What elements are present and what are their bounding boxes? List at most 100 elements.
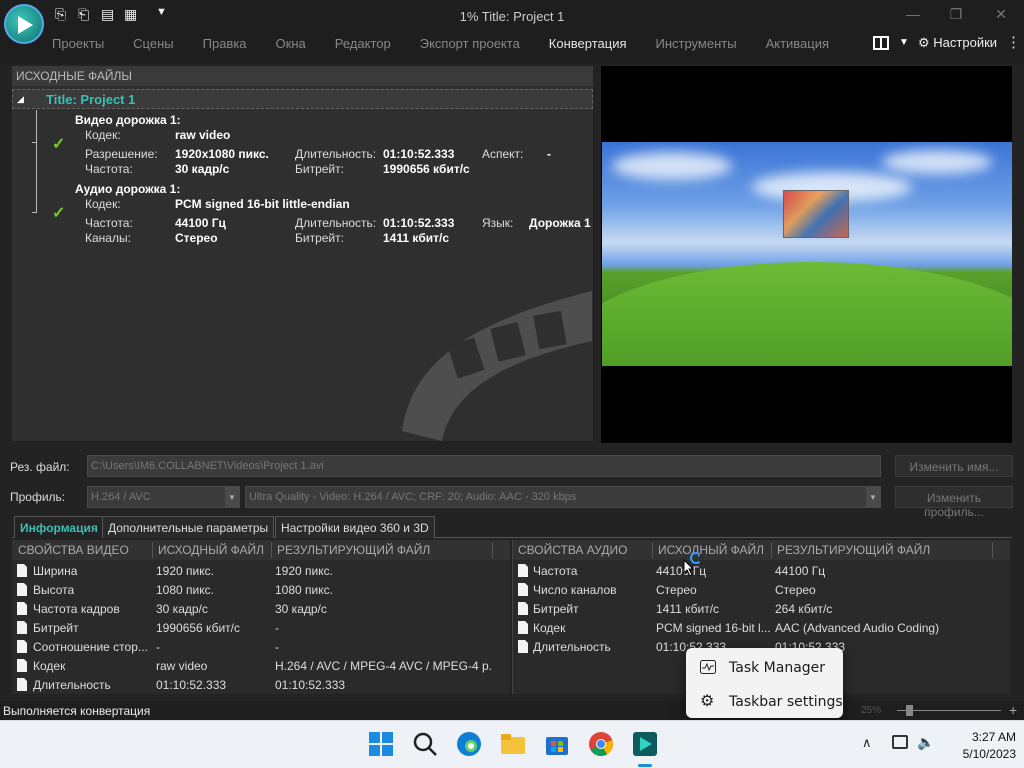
chevron-down-icon[interactable]: ▼ bbox=[866, 487, 880, 507]
column-separator[interactable] bbox=[271, 542, 272, 558]
tree-project-node[interactable]: ◢ Title: Project 1 bbox=[12, 89, 593, 109]
column-separator[interactable] bbox=[492, 542, 493, 558]
show-hidden-icons-icon[interactable]: ∧ bbox=[862, 735, 872, 751]
settings-button[interactable]: ⚙ Настройки bbox=[918, 35, 997, 51]
rename-button[interactable]: Изменить имя... bbox=[895, 455, 1013, 477]
layout-icon[interactable] bbox=[873, 36, 889, 50]
column-separator[interactable] bbox=[992, 542, 993, 558]
cell: Кодек bbox=[33, 659, 66, 673]
search-icon[interactable] bbox=[412, 731, 438, 757]
table-row[interactable]: Частота кадров 30 кадр/с 30 кадр/с bbox=[12, 599, 510, 618]
video-properties-table: СВОЙСТВА ВИДЕО ИСХОДНЫЙ ФАЙЛ РЕЗУЛЬТИРУЮ… bbox=[12, 540, 510, 694]
menu-tools[interactable]: Инструменты bbox=[656, 36, 737, 54]
cell: 44100 Гц bbox=[656, 564, 707, 578]
menu-export[interactable]: Экспорт проекта bbox=[420, 36, 520, 54]
audio-lang-value: Дорожка 1 bbox=[529, 216, 591, 230]
menu-windows[interactable]: Окна bbox=[276, 36, 306, 54]
profile-quality-select[interactable]: Ultra Quality - Video: H.264 / AVC; CRF:… bbox=[245, 486, 881, 508]
clock-time[interactable]: 3:27 AM bbox=[938, 730, 1016, 744]
menu-scenes[interactable]: Сцены bbox=[133, 36, 173, 54]
table-row[interactable]: Битрейт 1990656 кбит/с - bbox=[12, 618, 510, 637]
cell: Битрейт bbox=[533, 602, 579, 616]
table-row[interactable]: Соотношение стор... - - bbox=[12, 637, 510, 656]
column-header[interactable]: СВОЙСТВА АУДИО bbox=[518, 543, 627, 557]
table-row[interactable]: Число каналов Стерео Стерео bbox=[513, 580, 1010, 599]
cell: Частота bbox=[533, 564, 578, 578]
clock-date[interactable]: 5/10/2023 bbox=[938, 747, 1016, 761]
cell: 30 кадр/с bbox=[156, 602, 208, 616]
column-header[interactable]: ИСХОДНЫЙ ФАЙЛ bbox=[658, 543, 764, 557]
cell: 1411 кбит/с bbox=[656, 602, 720, 616]
document-icon bbox=[17, 602, 27, 615]
audio-lang-label: Язык: bbox=[482, 216, 514, 230]
menu-item-taskbar-settings[interactable]: ⚙ Taskbar settings bbox=[686, 685, 843, 717]
menu-edit[interactable]: Правка bbox=[203, 36, 247, 54]
network-icon[interactable] bbox=[892, 735, 908, 749]
project-title: Title: Project 1 bbox=[46, 92, 136, 107]
audio-dur-label: Длительность: bbox=[295, 216, 377, 230]
minimize-button[interactable]: — bbox=[903, 6, 923, 26]
mouse-cursor-icon bbox=[683, 559, 695, 577]
tab-information[interactable]: Информация bbox=[14, 516, 104, 538]
table-row[interactable]: Кодек raw video H.264 / AVC / MPEG-4 AVC /… bbox=[12, 656, 510, 675]
document-icon bbox=[17, 659, 27, 672]
table-row[interactable]: Частота 44100 Гц 44100 Гц bbox=[513, 561, 1010, 580]
maximize-button[interactable]: ❐ bbox=[946, 6, 966, 26]
tab-advanced-parameters[interactable]: Дополнительные параметры bbox=[102, 516, 275, 538]
video-aspect-label: Аспект: bbox=[482, 147, 524, 161]
column-separator[interactable] bbox=[152, 542, 153, 558]
menu-editor[interactable]: Редактор bbox=[335, 36, 391, 54]
document-icon bbox=[17, 640, 27, 653]
menu-item-task-manager[interactable]: Task Manager bbox=[686, 651, 843, 683]
table-row[interactable]: Высота 1080 пикс. 1080 пикс. bbox=[12, 580, 510, 599]
zoom-in-icon[interactable]: + bbox=[1009, 702, 1017, 718]
chevron-down-icon[interactable]: ▼ bbox=[225, 487, 239, 507]
column-header[interactable]: СВОЙСТВА ВИДЕО bbox=[18, 543, 129, 557]
document-icon bbox=[17, 678, 27, 691]
volume-icon[interactable]: 🔈 bbox=[917, 734, 934, 751]
video-dur-value: 01:10:52.333 bbox=[383, 147, 455, 161]
table-row[interactable]: Кодек PCM signed 16-bit l... AAC (Advanced… bbox=[513, 618, 1010, 637]
video-bitrate-label: Битрейт: bbox=[295, 162, 344, 176]
tab-360-3d-settings[interactable]: Настройки видео 360 и 3D bbox=[275, 516, 435, 538]
microsoft-store-icon[interactable] bbox=[544, 731, 570, 757]
edge-browser-icon[interactable] bbox=[456, 731, 482, 757]
column-separator[interactable] bbox=[652, 542, 653, 558]
document-icon bbox=[518, 602, 528, 615]
output-file-input[interactable]: C:\Users\IM6.COLLABNET\Videos\Project 1.… bbox=[87, 455, 881, 477]
menu-projects[interactable]: Проекты bbox=[52, 36, 104, 54]
column-separator[interactable] bbox=[771, 542, 772, 558]
zoom-slider-handle[interactable] bbox=[906, 705, 913, 716]
document-icon bbox=[518, 621, 528, 634]
column-header[interactable]: РЕЗУЛЬТИРУЮЩИЙ ФАЙЛ bbox=[777, 543, 930, 557]
start-windows-icon[interactable] bbox=[368, 731, 394, 757]
table-row[interactable]: Ширина 1920 пикс. 1920 пикс. bbox=[12, 561, 510, 580]
video-dur-label: Длительность: bbox=[295, 147, 377, 161]
audio-freq-label: Частота: bbox=[85, 216, 133, 230]
audio-channels-value: Стерео bbox=[175, 231, 218, 245]
menu-conversion[interactable]: Конвертация bbox=[549, 36, 627, 54]
collapse-triangle-icon[interactable]: ◢ bbox=[17, 94, 24, 105]
file-explorer-icon[interactable] bbox=[500, 731, 526, 757]
cell: - bbox=[275, 640, 279, 654]
column-header[interactable]: РЕЗУЛЬТИРУЮЩИЙ ФАЙЛ bbox=[277, 543, 430, 557]
profile-format-select[interactable]: H.264 / AVC ▼ bbox=[87, 486, 240, 508]
layout-dropdown-icon[interactable]: ▼ bbox=[899, 37, 909, 48]
column-header[interactable]: ИСХОДНЫЙ ФАЙЛ bbox=[158, 543, 264, 557]
close-button[interactable]: ✕ bbox=[991, 6, 1011, 26]
video-codec-label: Кодек: bbox=[85, 128, 121, 142]
cell: 1080 пикс. bbox=[275, 583, 333, 597]
more-options-icon[interactable]: ⋮ bbox=[1006, 33, 1021, 51]
table-row[interactable]: Длительность 01:10:52.333 01:10:52.333 bbox=[12, 675, 510, 694]
cell: Соотношение стор... bbox=[33, 640, 148, 654]
chrome-browser-icon[interactable] bbox=[588, 731, 614, 757]
cell: H.264 / AVC / MPEG-4 AVC / MPEG-4 p... bbox=[275, 659, 493, 673]
title-bar: ⎘ ⎗ ▤ ▦ ▼ 1% Title: Project 1 — ❐ ✕ Прое… bbox=[0, 0, 1024, 64]
cell: Частота кадров bbox=[33, 602, 120, 616]
change-profile-button[interactable]: Изменить профиль... bbox=[895, 486, 1013, 519]
video-editor-taskbar-icon[interactable] bbox=[632, 731, 658, 757]
video-fps-label: Частота: bbox=[85, 162, 133, 176]
cell: - bbox=[156, 640, 160, 654]
menu-activation[interactable]: Активация bbox=[766, 36, 829, 54]
table-row[interactable]: Битрейт 1411 кбит/с 264 кбит/с bbox=[513, 599, 1010, 618]
